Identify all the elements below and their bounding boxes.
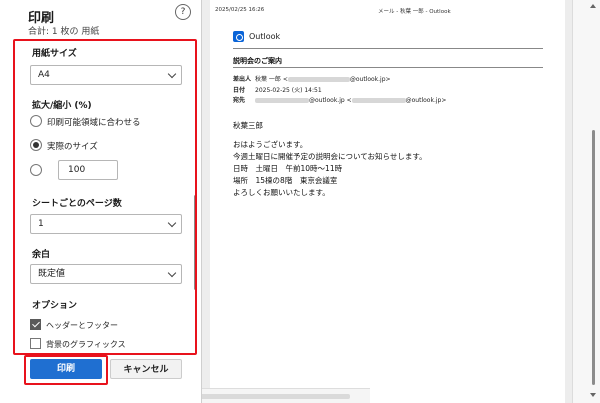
- outlook-logo-icon: [233, 31, 244, 42]
- to-domain-2: @outlook.jp>: [405, 97, 447, 104]
- email-body-line: 場所 15棟の8階 東京会議室: [233, 176, 338, 185]
- paper-size-label: 用紙サイズ: [32, 49, 77, 59]
- sheet-count: 合計: 1 枚の 用紙: [28, 27, 100, 37]
- to-domain-1: @outlook.jp <: [309, 97, 352, 104]
- redacted-address: [287, 77, 350, 82]
- cancel-button[interactable]: キャンセル: [110, 359, 182, 379]
- paper-size-select[interactable]: A4: [30, 65, 182, 85]
- to-label: 宛先: [233, 97, 246, 104]
- scroll-up-arrow-icon[interactable]: [590, 4, 596, 8]
- pages-per-sheet-select[interactable]: 1: [30, 214, 182, 234]
- scroll-down-arrow-icon[interactable]: [590, 393, 596, 397]
- pages-per-sheet-label: シートごとのページ数: [32, 199, 122, 209]
- preview-header-datetime: 2025/02/25 16:26: [215, 7, 265, 13]
- outlook-logo-text: Outlook: [249, 32, 281, 41]
- email-body-line: 今週土曜日に開催予定の説明会についてお知らせします。: [233, 152, 427, 161]
- margins-select[interactable]: 既定値: [30, 264, 182, 284]
- email-body-line: よろしくお願いいたします。: [233, 188, 330, 197]
- scale-label: 拡大/縮小 (%): [32, 101, 92, 111]
- scale-percent-input[interactable]: 100: [58, 160, 118, 180]
- page-scrollbar-thumb[interactable]: [592, 130, 595, 385]
- radio-actual[interactable]: [30, 139, 42, 151]
- email-date-row: 日付 2025-02-25 (火) 14:51: [233, 85, 322, 94]
- from-label: 差出人: [233, 76, 252, 83]
- radio-fit-label: 印刷可能領域に合わせる: [47, 118, 141, 128]
- print-button[interactable]: 印刷: [30, 359, 102, 379]
- margins-value: 既定値: [38, 269, 66, 279]
- email-body-line: 日時 土曜日 午前10時～11時: [233, 164, 343, 173]
- date-value: 2025-02-25 (火) 14:51: [255, 87, 322, 94]
- paper-size-value: A4: [38, 70, 50, 80]
- date-label: 日付: [233, 87, 246, 94]
- email-body-line: おはようございます。: [233, 140, 308, 149]
- redacted-address: [351, 98, 406, 103]
- email-body-line: 秋葉三郎: [233, 121, 263, 130]
- radio-actual-label: 実際のサイズ: [47, 142, 98, 152]
- divider: [233, 67, 543, 68]
- page-scrollbar-track[interactable]: [572, 0, 600, 403]
- from-domain: @outlook.jp>: [349, 76, 391, 83]
- divider: [233, 48, 543, 49]
- pages-per-sheet-value: 1: [38, 219, 44, 229]
- options-label: オプション: [32, 301, 78, 311]
- email-subject: 説明会のご案内: [233, 57, 282, 65]
- chevron-down-icon: [167, 69, 177, 79]
- chevron-down-icon: [167, 218, 177, 228]
- email-to-row: 宛先 @outlook.jp < @outlook.jp>: [233, 95, 446, 104]
- help-icon[interactable]: ?: [175, 4, 191, 20]
- dialog-scrollbar-thumb[interactable]: [194, 195, 197, 290]
- preview-header-title: メール - 秋葉 一郎 - Outlook: [378, 9, 451, 15]
- header-footer-checkbox[interactable]: [30, 319, 41, 330]
- header-footer-label: ヘッダーとフッター: [46, 321, 118, 330]
- redacted-address: [255, 98, 309, 103]
- chevron-down-icon: [167, 268, 177, 278]
- redacted-bar-text: [200, 394, 350, 399]
- email-from-row: 差出人 秋葉 一郎 < @outlook.jp>: [233, 74, 391, 83]
- radio-fit[interactable]: [30, 115, 42, 127]
- background-graphics-label: 背景のグラフィックス: [46, 340, 126, 349]
- background-graphics-checkbox[interactable]: [30, 338, 41, 349]
- margins-label: 余白: [32, 250, 51, 260]
- radio-custom[interactable]: [30, 164, 42, 176]
- from-name: 秋葉 一郎 <: [255, 76, 288, 83]
